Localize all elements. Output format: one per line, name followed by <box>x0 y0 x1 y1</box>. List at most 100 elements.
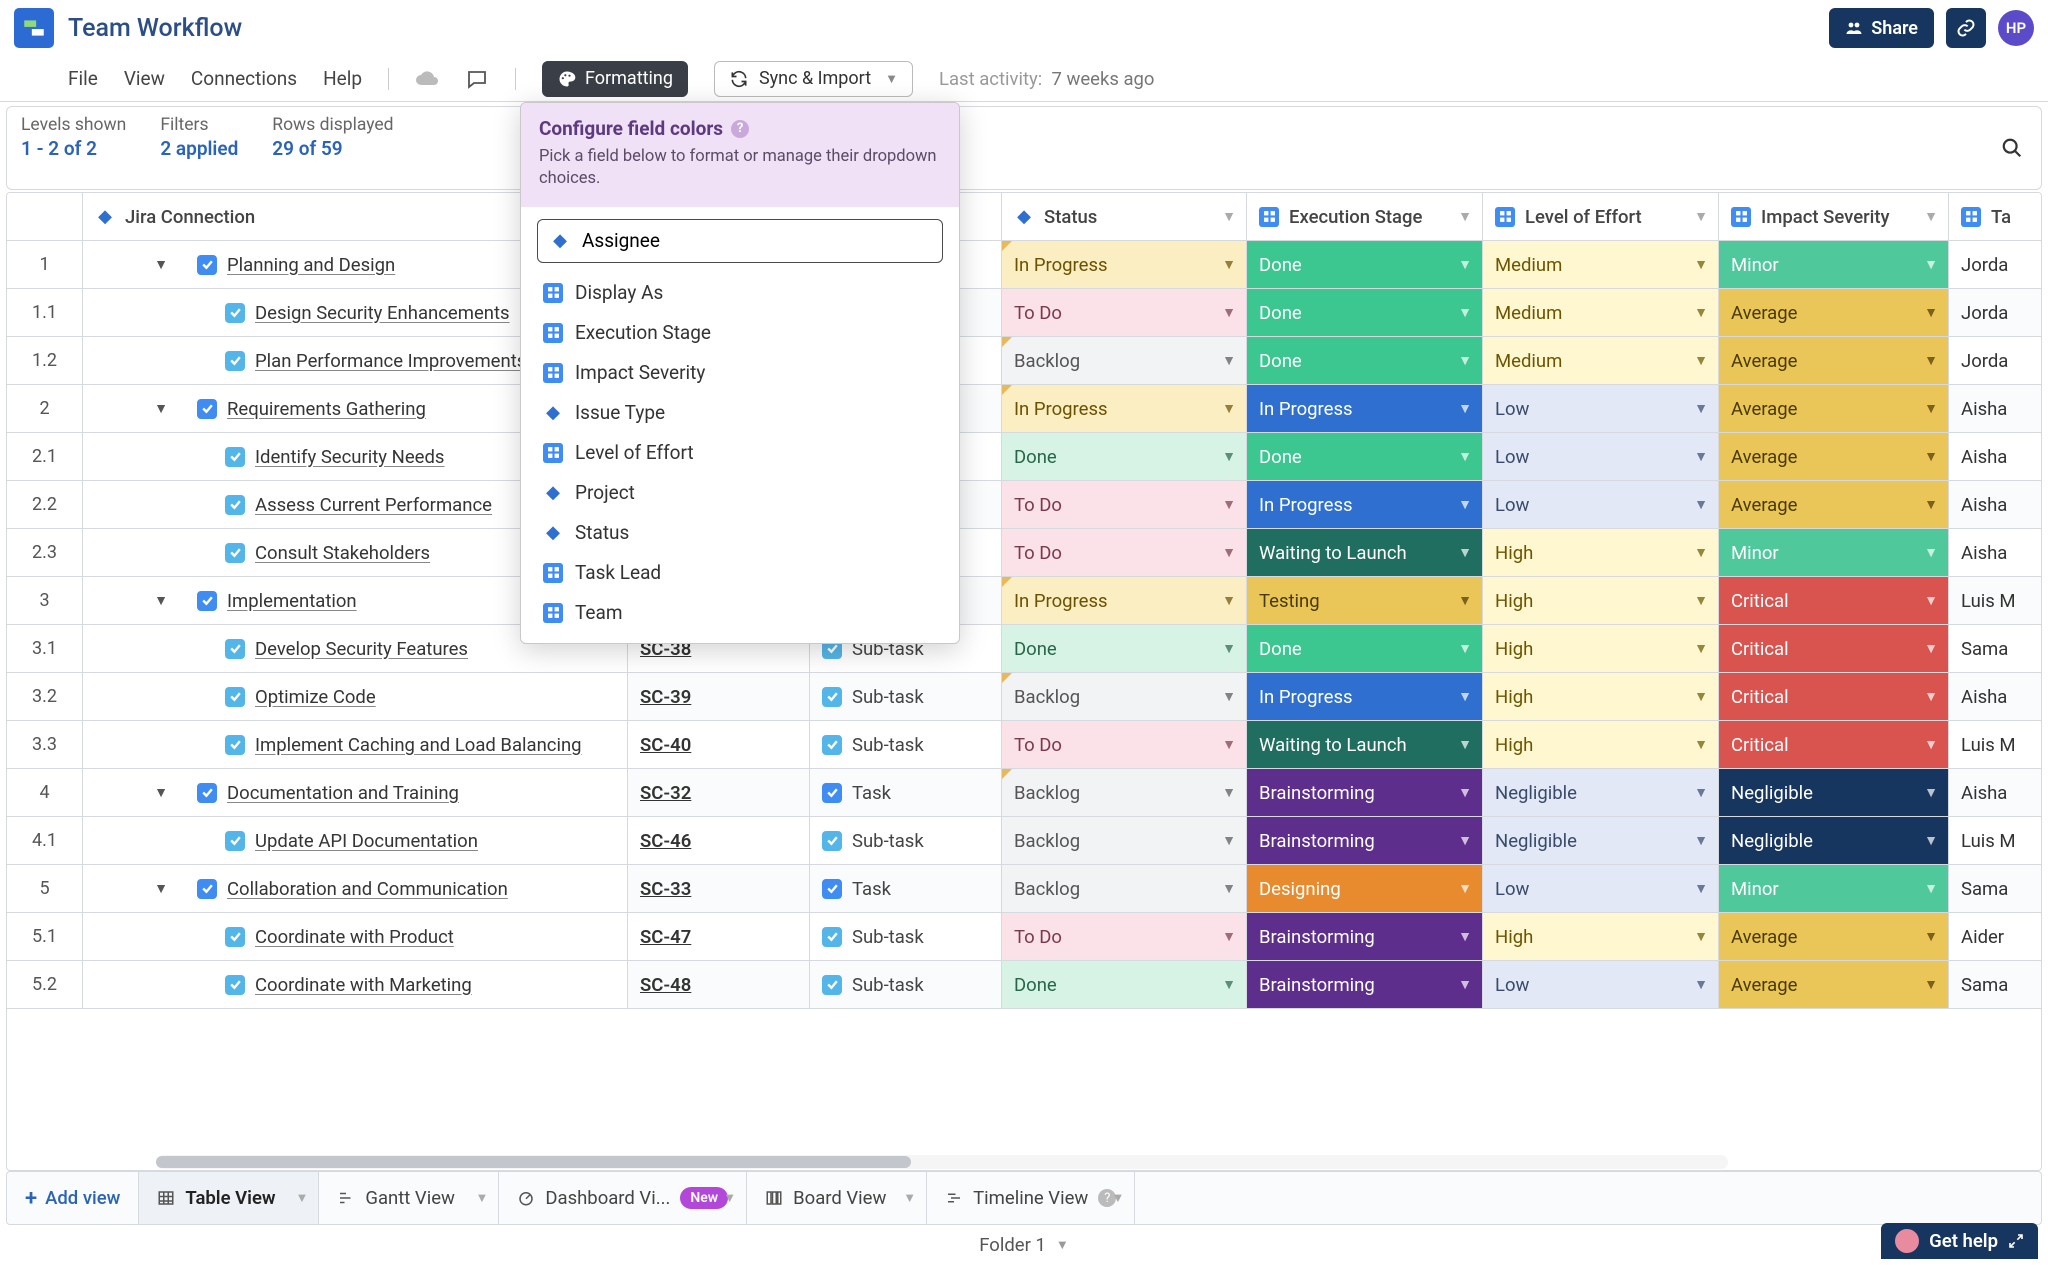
table-row[interactable]: 4.1Update API DocumentationSC-46Sub-task… <box>7 817 2041 865</box>
chevron-down-icon[interactable]: ▼ <box>1458 496 1472 513</box>
chevron-down-icon[interactable]: ▼ <box>1222 208 1236 225</box>
effort-cell[interactable]: Negligible▼ <box>1483 769 1719 816</box>
task-lead-cell[interactable]: Sama <box>1949 961 2041 1008</box>
table-row[interactable]: 3.3Implement Caching and Load BalancingS… <box>7 721 2041 769</box>
chevron-down-icon[interactable]: ▼ <box>1458 688 1472 705</box>
table-row[interactable]: 3.1Develop Security FeaturesSC-38Sub-tas… <box>7 625 2041 673</box>
issue-id-link[interactable]: SC-33 <box>640 878 691 900</box>
chevron-down-icon[interactable]: ▼ <box>295 1190 308 1206</box>
menu-connections[interactable]: Connections <box>191 67 297 90</box>
view-tab[interactable]: Timeline View?▼ <box>927 1172 1135 1224</box>
impact-cell[interactable]: Critical▼ <box>1719 721 1949 768</box>
issue-type-cell[interactable]: Sub-task <box>810 673 1002 720</box>
issue-id-cell[interactable]: SC-47 <box>628 913 810 960</box>
chevron-down-icon[interactable]: ▼ <box>1458 784 1472 801</box>
task-lead-cell[interactable]: Aisha <box>1949 529 2041 576</box>
impact-cell[interactable]: Average▼ <box>1719 481 1949 528</box>
chevron-down-icon[interactable]: ▼ <box>903 1190 916 1206</box>
comments-icon[interactable] <box>465 67 489 91</box>
chevron-down-icon[interactable]: ▼ <box>1694 784 1708 801</box>
chevron-down-icon[interactable]: ▼ <box>1222 880 1236 897</box>
chevron-down-icon[interactable]: ▼ <box>1924 688 1938 705</box>
table-row[interactable]: 5.1Coordinate with ProductSC-47Sub-taskT… <box>7 913 2041 961</box>
task-lead-cell[interactable]: Aider <box>1949 913 2041 960</box>
chevron-down-icon[interactable]: ▼ <box>1111 1190 1124 1206</box>
table-row[interactable]: 1▼Planning and DesignIn Progress▼Done▼Me… <box>7 241 2041 289</box>
stage-cell[interactable]: Waiting to Launch▼ <box>1247 721 1483 768</box>
dropdown-item[interactable]: ◆Status <box>521 513 959 553</box>
task-link[interactable]: Collaboration and Communication <box>227 878 508 900</box>
expand-icon[interactable]: ▼ <box>153 256 169 273</box>
chevron-down-icon[interactable]: ▼ <box>1222 256 1236 273</box>
status-cell[interactable]: In Progress▼ <box>1002 385 1247 432</box>
status-cell[interactable]: Done▼ <box>1002 433 1247 480</box>
chevron-down-icon[interactable]: ▼ <box>1222 784 1236 801</box>
menu-help[interactable]: Help <box>323 67 362 90</box>
task-lead-cell[interactable]: Jorda <box>1949 241 2041 288</box>
chevron-down-icon[interactable]: ▼ <box>1924 352 1938 369</box>
issue-id-link[interactable]: SC-47 <box>640 926 691 948</box>
dropdown-item[interactable]: ◆Issue Type <box>521 393 959 433</box>
task-name-cell[interactable]: Update API Documentation <box>83 817 628 864</box>
impact-cell[interactable]: Average▼ <box>1719 913 1949 960</box>
chevron-down-icon[interactable]: ▼ <box>1222 352 1236 369</box>
task-link[interactable]: Documentation and Training <box>227 782 459 804</box>
task-link[interactable]: Implement Caching and Load Balancing <box>255 734 582 756</box>
issue-id-cell[interactable]: SC-39 <box>628 673 810 720</box>
chevron-down-icon[interactable]: ▼ <box>1924 976 1938 993</box>
chevron-down-icon[interactable]: ▼ <box>1694 832 1708 849</box>
dropdown-item[interactable]: Impact Severity <box>521 353 959 393</box>
chevron-down-icon[interactable]: ▼ <box>1458 736 1472 753</box>
view-tab[interactable]: Dashboard Vi...New▼ <box>499 1172 747 1224</box>
status-cell[interactable]: To Do▼ <box>1002 721 1247 768</box>
dropdown-search[interactable]: ◆ <box>537 219 943 263</box>
chevron-down-icon[interactable]: ▼ <box>1924 400 1938 417</box>
column-header-stage[interactable]: Execution Stage▼ <box>1247 193 1483 240</box>
issue-type-cell[interactable]: Sub-task <box>810 721 1002 768</box>
formatting-button[interactable]: Formatting <box>542 61 688 97</box>
task-link[interactable]: Identify Security Needs <box>255 446 444 468</box>
chevron-down-icon[interactable]: ▼ <box>1924 880 1938 897</box>
task-name-cell[interactable]: Optimize Code <box>83 673 628 720</box>
chevron-down-icon[interactable]: ▼ <box>1458 208 1472 225</box>
expand-icon[interactable]: ▼ <box>153 784 169 801</box>
chevron-down-icon[interactable]: ▼ <box>1924 304 1938 321</box>
effort-cell[interactable]: Medium▼ <box>1483 241 1719 288</box>
table-row[interactable]: 2▼Requirements GatheringIn Progress▼In P… <box>7 385 2041 433</box>
chevron-down-icon[interactable]: ▼ <box>723 1190 736 1206</box>
chevron-down-icon[interactable]: ▼ <box>1924 736 1938 753</box>
table-row[interactable]: 2.3Consult StakeholdersTo Do▼Waiting to … <box>7 529 2041 577</box>
chevron-down-icon[interactable]: ▼ <box>475 1190 488 1206</box>
task-lead-cell[interactable]: Sama <box>1949 625 2041 672</box>
copy-link-button[interactable] <box>1946 8 1986 48</box>
effort-cell[interactable]: Medium▼ <box>1483 289 1719 336</box>
user-avatar[interactable]: HP <box>1998 10 2034 46</box>
view-tab[interactable]: Board View▼ <box>747 1172 927 1224</box>
task-link[interactable]: Optimize Code <box>255 686 376 708</box>
status-cell[interactable]: Done▼ <box>1002 625 1247 672</box>
chevron-down-icon[interactable]: ▼ <box>1458 640 1472 657</box>
view-tab[interactable]: Gantt View▼ <box>319 1172 499 1224</box>
stage-cell[interactable]: Brainstorming▼ <box>1247 913 1483 960</box>
issue-type-cell[interactable]: Sub-task <box>810 817 1002 864</box>
task-lead-cell[interactable]: Luis M <box>1949 817 2041 864</box>
effort-cell[interactable]: High▼ <box>1483 721 1719 768</box>
impact-cell[interactable]: Critical▼ <box>1719 673 1949 720</box>
dropdown-item[interactable]: Task Lead <box>521 553 959 593</box>
task-name-cell[interactable]: ▼Collaboration and Communication <box>83 865 628 912</box>
table-row[interactable]: 2.1Identify Security NeedsDone▼Done▼Low▼… <box>7 433 2041 481</box>
chevron-down-icon[interactable]: ▼ <box>1222 736 1236 753</box>
task-link[interactable]: Requirements Gathering <box>227 398 426 420</box>
effort-cell[interactable]: Low▼ <box>1483 433 1719 480</box>
task-name-cell[interactable]: Implement Caching and Load Balancing <box>83 721 628 768</box>
impact-cell[interactable]: Average▼ <box>1719 961 1949 1008</box>
add-view-button[interactable]: + Add view <box>7 1172 139 1224</box>
impact-cell[interactable]: Average▼ <box>1719 289 1949 336</box>
chevron-down-icon[interactable]: ▼ <box>1222 304 1236 321</box>
chevron-down-icon[interactable]: ▼ <box>1694 736 1708 753</box>
chevron-down-icon[interactable]: ▼ <box>1458 352 1472 369</box>
issue-id-cell[interactable]: SC-48 <box>628 961 810 1008</box>
status-cell[interactable]: Backlog▼ <box>1002 865 1247 912</box>
effort-cell[interactable]: Negligible▼ <box>1483 817 1719 864</box>
share-button[interactable]: Share <box>1829 8 1934 48</box>
